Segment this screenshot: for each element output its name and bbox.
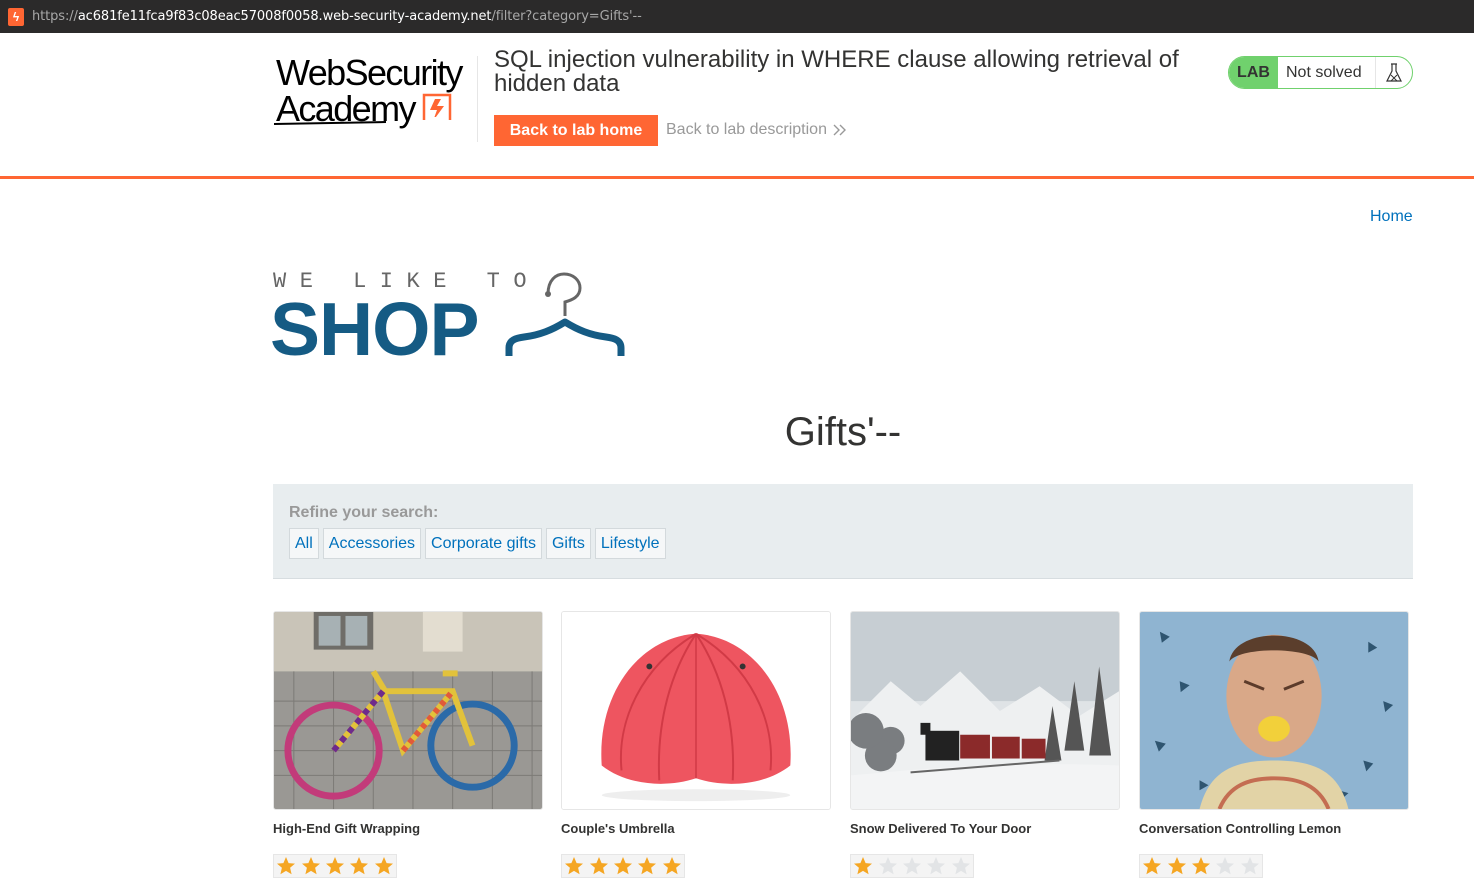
academy-header: WebSecurity Academy SQL injection vulner… [0,33,1474,177]
back-to-lab-home-button[interactable]: Back to lab home [494,115,658,146]
back-to-lab-description-label: Back to lab description [666,121,827,138]
double-chevron-right-icon [833,124,846,136]
header-separator [477,56,478,142]
product-rating [273,854,397,878]
shop-logo-word: SHOP [270,287,480,371]
star-filled-icon [1164,855,1188,877]
star-empty-icon [875,855,899,877]
star-filled-icon [586,855,610,877]
category-filter-list: All Accessories Corporate gifts Gifts Li… [289,528,666,559]
product-rating [561,854,685,878]
product-image-umbrella[interactable] [561,611,831,810]
star-filled-icon [611,855,635,877]
star-filled-icon [298,855,322,877]
header-accent-rule [0,176,1474,179]
coat-hanger-icon [505,272,625,356]
star-empty-icon [1238,855,1262,877]
back-to-lab-description-link[interactable]: Back to lab description [666,121,847,139]
star-empty-icon [949,855,973,877]
filter-all[interactable]: All [289,528,319,559]
product-rating [850,854,974,878]
filter-panel: Refine your search: All Accessories Corp… [273,484,1413,579]
product-card[interactable]: Snow Delivered To Your Door [850,611,1121,878]
product-card[interactable]: Conversation Controlling Lemon [1139,611,1410,878]
lab-status-text: Not solved [1278,57,1376,88]
product-image-lemon[interactable] [1139,611,1409,810]
web-security-academy-logo[interactable]: WebSecurity Academy [272,53,472,131]
star-filled-icon [347,855,371,877]
filter-lifestyle[interactable]: Lifestyle [594,528,666,559]
star-filled-icon [562,855,586,877]
product-image-train[interactable] [850,611,1120,810]
product-rating [1139,854,1263,878]
filter-corporate-gifts[interactable]: Corporate gifts [425,528,542,559]
category-title: Gifts'-- [784,410,902,454]
star-filled-icon [851,855,875,877]
star-empty-icon [1213,855,1237,877]
address-bar[interactable]: ϟ https://ac681fe11fca9f83c08eac57008f00… [0,0,1474,33]
product-card[interactable]: High-End Gift Wrapping [273,611,544,878]
product-name[interactable]: Snow Delivered To Your Door [850,821,1121,836]
logo-lightning-icon [420,93,454,125]
star-filled-icon [1140,855,1164,877]
product-card[interactable]: Couple's Umbrella [561,611,832,878]
logo-line-1: WebSecurity [276,52,463,93]
lab-title: SQL injection vulnerability in WHERE cla… [494,46,1179,97]
lab-badge: LAB [1229,57,1278,88]
lab-status-widget: LAB Not solved [1228,56,1413,89]
product-name[interactable]: High-End Gift Wrapping [273,821,544,836]
product-name[interactable]: Conversation Controlling Lemon [1139,821,1410,836]
product-name[interactable]: Couple's Umbrella [561,821,832,836]
star-filled-icon [274,855,298,877]
filter-accessories[interactable]: Accessories [322,528,422,559]
home-link[interactable]: Home [1370,208,1413,226]
url-text[interactable]: https://ac681fe11fca9f83c08eac57008f0058… [32,9,642,24]
filter-gifts[interactable]: Gifts [545,528,591,559]
product-grid: High-End Gift Wrapping Couple's Umbrella [273,611,1413,886]
flask-icon [1376,57,1412,88]
star-filled-icon [635,855,659,877]
star-filled-icon [1189,855,1213,877]
star-filled-icon [660,855,684,877]
star-empty-icon [900,855,924,877]
star-filled-icon [323,855,347,877]
star-empty-icon [924,855,948,877]
site-favicon-icon: ϟ [8,7,24,26]
refine-search-label: Refine your search: [289,504,439,521]
product-image-bicycle[interactable] [273,611,543,810]
star-filled-icon [372,855,396,877]
we-like-to-shop-logo: WE LIKE TO SHOP [270,266,632,371]
